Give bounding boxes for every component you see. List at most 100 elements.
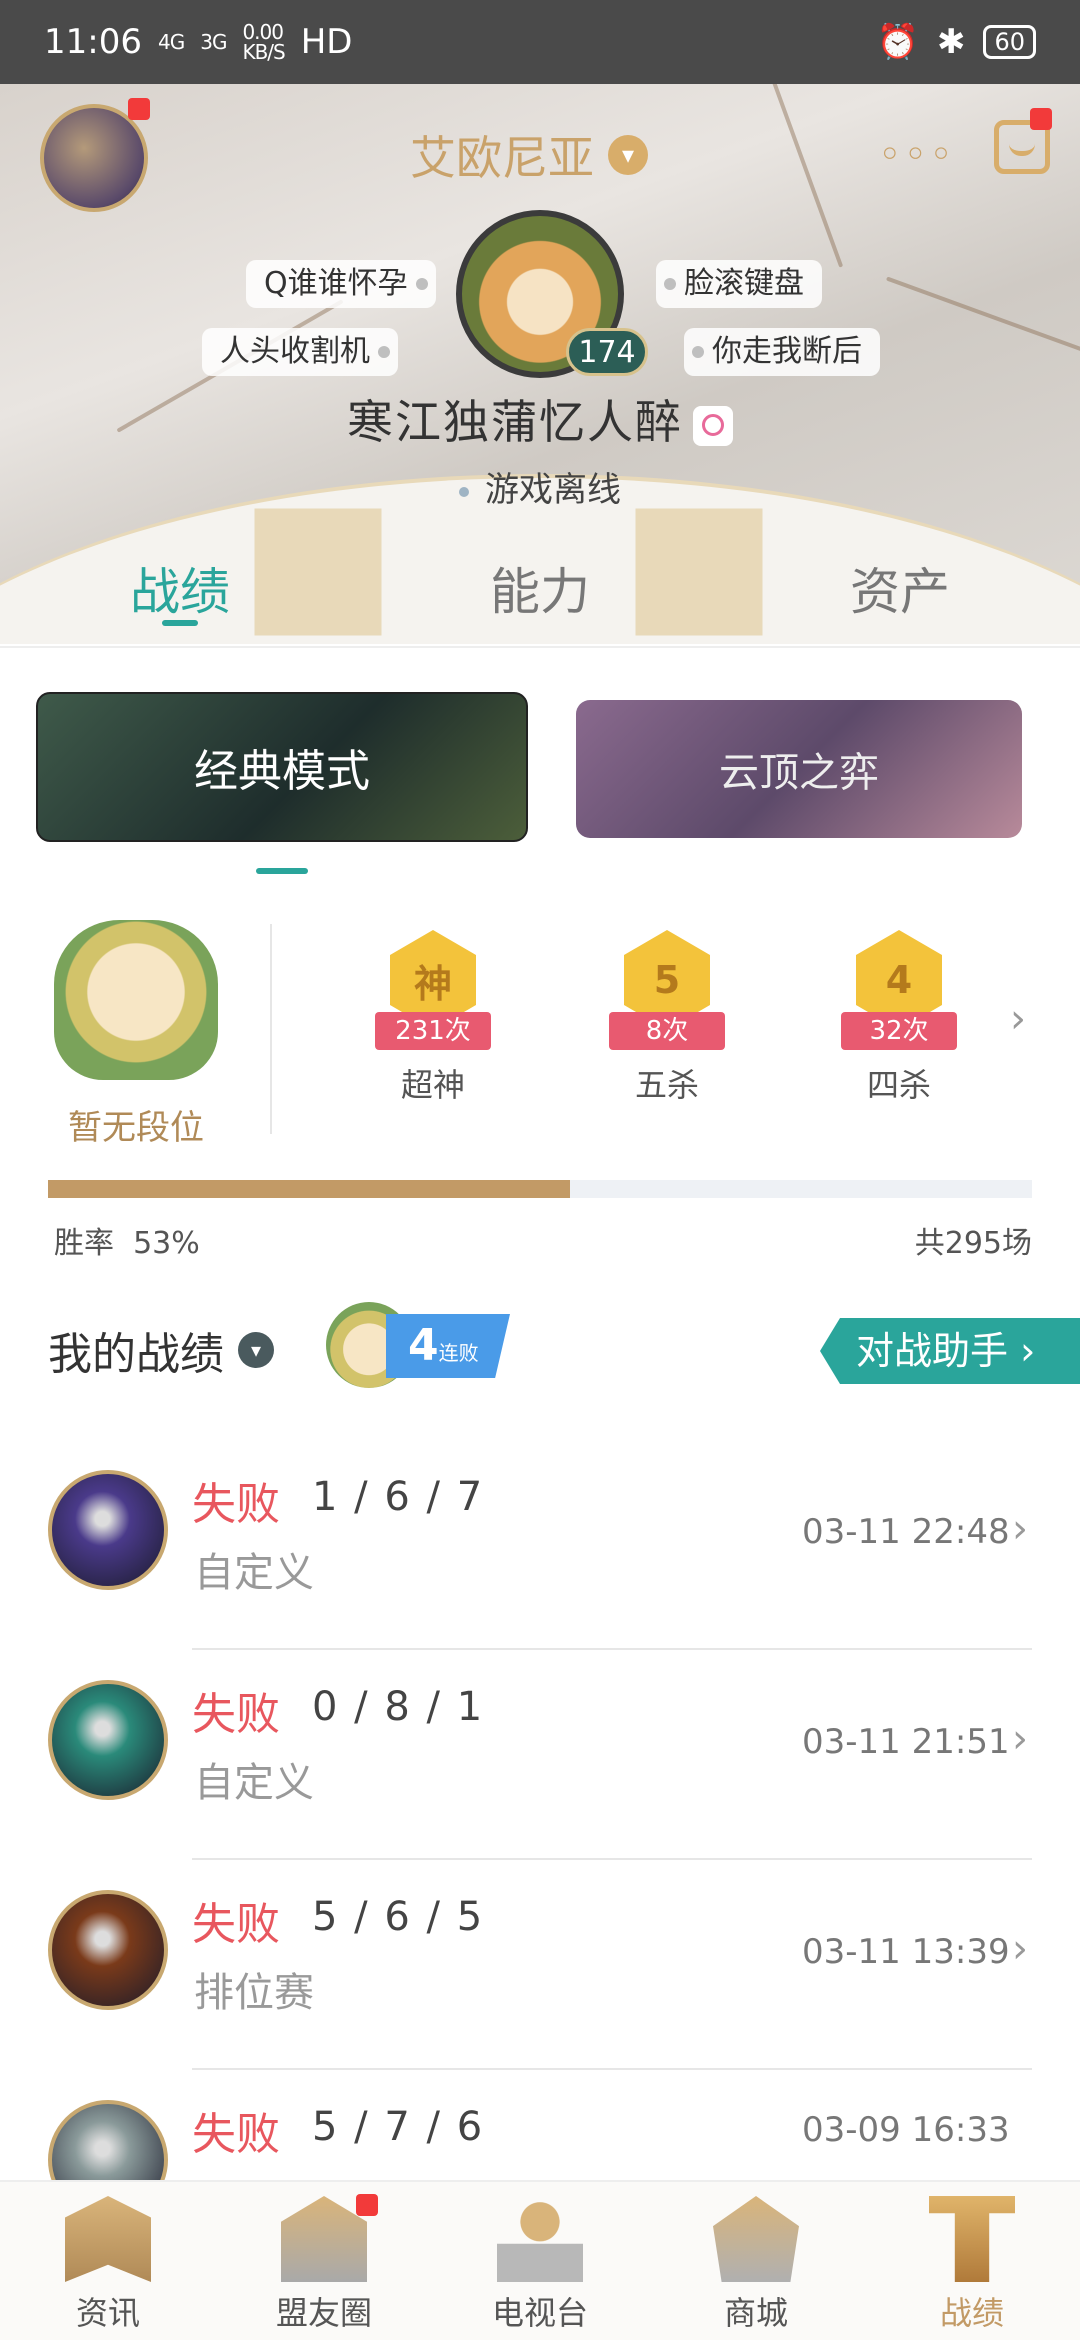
badge-pentakill[interactable]: 5 8次 五杀 [582,930,752,1106]
user-avatar[interactable] [40,104,148,212]
chevron-right-icon: › [1012,1506,1028,1552]
nav-record[interactable]: 战绩 [864,2182,1080,2340]
mode-classic-label: 经典模式 [194,746,370,797]
hd-indicator: HD [300,22,353,62]
chevron-right-icon: › [1012,1926,1028,1972]
record-icon [929,2196,1015,2282]
match-row[interactable]: 失败 5 / 6 / 5 排位赛 03-11 13:39 › [0,1860,1080,2070]
signal-4g: 4G [157,30,185,54]
streak-flag: 4连败 [386,1314,510,1378]
chevron-down-icon: ▾ [608,135,648,175]
nav-label: 盟友圈 [275,2294,372,2332]
mode-tft-label: 云顶之弈 [719,750,879,796]
nav-friends-circle[interactable]: 盟友圈 [216,2182,432,2340]
player-tag: 脸滚键盘 [656,260,822,308]
divider [270,924,272,1134]
search-icon[interactable] [693,405,733,446]
match-result: 失败 [192,1899,280,1950]
server-selector[interactable]: 艾欧尼亚 ▾ [410,122,648,188]
match-row[interactable]: 失败 0 / 8 / 1 自定义 03-11 21:51 › [0,1650,1080,1860]
nav-label: 战绩 [939,2294,1004,2332]
tv-icon [497,2196,583,2282]
win-rate-text: 胜率 53% [54,1226,200,1261]
news-icon [65,2196,151,2282]
chevron-down-icon: ▾ [238,1332,274,1368]
net-speed: 0.00 KB/S [242,20,285,64]
match-result: 失败 [192,1479,280,1530]
server-name: 艾欧尼亚 [410,131,594,185]
match-kda: 1 / 6 / 7 [312,1474,485,1520]
match-time: 03-09 16:33 [802,2110,1010,2150]
nav-tv[interactable]: 电视台 [432,2182,648,2340]
match-time: 03-11 13:39 [802,1932,1010,1972]
notification-dot [128,98,150,120]
main-tabs: 战绩 能力 资产 [0,530,1080,646]
hero-avatar [48,1470,168,1590]
player-tag: 人头收割机 [202,328,398,376]
badge-count: 231次 [375,1012,491,1050]
match-result: 失败 [192,1689,280,1740]
nav-label: 商城 [723,2294,788,2332]
player-tag: 你走我断后 [684,328,880,376]
match-row[interactable]: 失败 1 / 6 / 7 自定义 03-11 22:48 › [0,1440,1080,1650]
badge-label: 超神 [400,1066,465,1104]
bottom-nav: 资讯 盟友圈 电视台 商城 战绩 [0,2180,1080,2340]
badge-count: 8次 [609,1012,725,1050]
match-mode: 排位赛 [194,1970,314,2016]
match-time: 03-11 22:48 [802,1512,1010,1552]
match-kda: 5 / 7 / 6 [312,2104,485,2150]
player-tag: Q谁谁怀孕 [246,260,436,308]
mode-classic-card[interactable]: 经典模式 [36,692,528,842]
level-badge: 174 [566,328,648,376]
nav-shop[interactable]: 商城 [648,2182,864,2340]
rank-label: 暂无段位 [68,1108,204,1148]
win-rate-bar [48,1180,1032,1198]
match-kda: 5 / 6 / 5 [312,1894,485,1940]
shop-icon [713,2196,799,2282]
online-status: 游戏离线 [0,462,1080,511]
tab-ability[interactable]: 能力 [360,530,720,646]
bluetooth-icon: ✱ [936,22,966,62]
tab-record[interactable]: 战绩 [0,530,360,646]
match-kda: 0 / 8 / 1 [312,1684,485,1730]
more-icon[interactable]: ◦◦◦ [878,132,955,178]
win-rate-value: 53% [133,1226,200,1261]
tab-assets[interactable]: 资产 [720,530,1080,646]
player-name: 寒江独蒲忆人醉 [347,395,683,449]
mode-indicator [256,868,308,874]
match-mode: 自定义 [194,1760,314,1806]
battery-icon: 60 [983,25,1036,59]
status-time: 11:06 [44,22,142,62]
player-name-row: 寒江独蒲忆人醉 [0,386,1080,452]
my-record-selector[interactable]: 我的战绩 ▾ [48,1318,274,1382]
badge-count: 32次 [841,1012,957,1050]
my-record-title: 我的战绩 [48,1329,224,1380]
match-time: 03-11 21:51 [802,1722,1010,1762]
signal-3g: 3G [200,30,227,54]
win-rate-fill [48,1180,570,1198]
badge-legendary[interactable]: 神 231次 超神 [348,930,518,1106]
match-mode: 自定义 [194,1550,314,1596]
total-games: 共295场 [914,1226,1032,1261]
nav-label: 电视台 [491,2294,588,2332]
hero-avatar [48,1680,168,1800]
losing-streak-badge: 4连败 [326,1302,510,1388]
friends-circle-icon [281,2196,367,2282]
chevron-right-icon[interactable]: › [1010,996,1026,1042]
battle-assistant-button[interactable]: 对战助手 › [820,1318,1080,1384]
chat-notification-dot [1030,108,1052,130]
chevron-right-icon: › [1012,1716,1028,1762]
alarm-icon: ⏰ [876,22,919,62]
mode-tft-card[interactable]: 云顶之弈 [576,700,1022,838]
badge-label: 四杀 [866,1066,931,1104]
badge-quadrakill[interactable]: 4 32次 四杀 [814,930,984,1106]
status-dot [459,486,469,497]
nav-news[interactable]: 资讯 [0,2182,216,2340]
rank-emblem [54,920,218,1080]
badge-label: 五杀 [634,1066,699,1104]
notification-dot [356,2194,378,2216]
nav-label: 资讯 [75,2294,140,2332]
divider [0,646,1080,648]
status-bar: 11:06 4G 3G 0.00 KB/S HD ⏰ ✱ 60 [0,0,1080,84]
hero-avatar [48,1890,168,2010]
